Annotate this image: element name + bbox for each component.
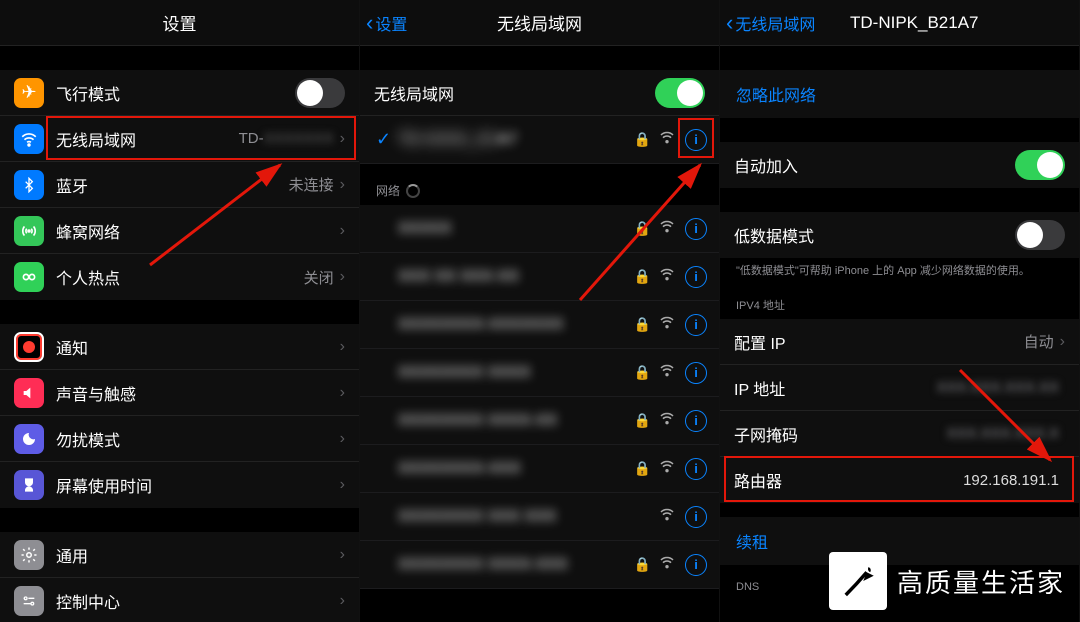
row-wifi[interactable]: 无线局域网 TD-XXXXXXX › <box>0 116 359 162</box>
networks-header: 网络 <box>360 164 719 205</box>
watermark-icon <box>829 552 887 610</box>
wifi-signal-icon <box>659 129 675 150</box>
row-ip-address: IP 地址 XXX.XXX.XXX.XX <box>720 365 1079 411</box>
info-icon[interactable]: i <box>685 129 707 151</box>
spinner-icon <box>406 184 420 198</box>
lowdata-hint: "低数据模式"可帮助 iPhone 上的 App 减少网络数据的使用。 <box>720 258 1079 281</box>
info-icon[interactable]: i <box>685 506 707 528</box>
lowdata-toggle[interactable] <box>1015 220 1065 250</box>
info-icon[interactable]: i <box>685 218 707 240</box>
navbar: 设置 <box>0 0 359 46</box>
chevron-right-icon: › <box>340 592 345 610</box>
airplane-icon: ✈ <box>14 78 44 108</box>
chevron-right-icon: › <box>340 430 345 448</box>
page-title: 设置 <box>0 10 359 35</box>
page-title: 无线局域网 <box>360 10 719 35</box>
navbar: ‹ 无线局域网 TD-NIPK_B21A7 <box>720 0 1079 46</box>
chevron-right-icon: › <box>340 384 345 402</box>
row-wifi-toggle[interactable]: 无线局域网 <box>360 70 719 116</box>
info-icon[interactable]: i <box>685 554 707 576</box>
row-general[interactable]: 通用 › <box>0 532 359 578</box>
chevron-right-icon: › <box>340 176 345 194</box>
connected-network-row[interactable]: ✓ TD-XXXX_XXA7 🔒 i <box>360 116 719 164</box>
row-dnd[interactable]: 勿扰模式 › <box>0 416 359 462</box>
row-autojoin[interactable]: 自动加入 <box>720 142 1079 188</box>
info-icon[interactable]: i <box>685 266 707 288</box>
network-row[interactable]: XXXXXXXX XXXX-XXX🔒i <box>360 541 719 589</box>
info-icon[interactable]: i <box>685 314 707 336</box>
dnd-icon <box>14 424 44 454</box>
row-notifications[interactable]: 通知 › <box>0 324 359 370</box>
chevron-right-icon: › <box>340 222 345 240</box>
cellular-icon <box>14 216 44 246</box>
hotspot-icon <box>14 262 44 292</box>
network-row[interactable]: XXXXXXXX XXX XXXi <box>360 493 719 541</box>
wifi-toggle[interactable] <box>655 78 705 108</box>
row-sound[interactable]: 声音与触感 › <box>0 370 359 416</box>
row-hotspot[interactable]: 个人热点 关闭 › <box>0 254 359 300</box>
control-center-icon <box>14 586 44 616</box>
row-cellular[interactable]: 蜂窝网络 › <box>0 208 359 254</box>
chevron-right-icon: › <box>340 338 345 356</box>
row-screentime[interactable]: 屏幕使用时间 › <box>0 462 359 508</box>
screentime-icon <box>14 470 44 500</box>
back-button[interactable]: ‹ 无线局域网 <box>720 11 815 35</box>
network-row[interactable]: XXXXXXXX-XXX🔒i <box>360 445 719 493</box>
network-row[interactable]: XXXXX🔒i <box>360 205 719 253</box>
ipv4-header: IPV4 地址 <box>720 281 1079 319</box>
wifi-pane: ‹ 设置 无线局域网 无线局域网 ✓ TD-XXXX_XXA7 🔒 i 网络 X… <box>360 0 720 622</box>
wifi-icon <box>14 124 44 154</box>
chevron-right-icon: › <box>340 130 345 148</box>
autojoin-toggle[interactable] <box>1015 150 1065 180</box>
chevron-right-icon: › <box>340 546 345 564</box>
forget-network-button[interactable]: 忽略此网络 <box>720 70 1079 118</box>
network-row[interactable]: XXXXXXXX XXXX🔒i <box>360 349 719 397</box>
notifications-icon <box>14 332 44 362</box>
gear-icon <box>14 540 44 570</box>
watermark: 高质量生活家 <box>829 552 1065 610</box>
settings-pane: 设置 ✈ 飞行模式 无线局域网 TD-XXXXXXX › 蓝牙 未连接 › <box>0 0 360 622</box>
chevron-right-icon: › <box>340 476 345 494</box>
navbar: ‹ 设置 无线局域网 <box>360 0 719 46</box>
row-bluetooth[interactable]: 蓝牙 未连接 › <box>0 162 359 208</box>
sound-icon <box>14 378 44 408</box>
row-configure-ip[interactable]: 配置 IP 自动 › <box>720 319 1079 365</box>
info-icon[interactable]: i <box>685 410 707 432</box>
bluetooth-icon <box>14 170 44 200</box>
chevron-right-icon: › <box>340 268 345 286</box>
row-control-center[interactable]: 控制中心 › <box>0 578 359 622</box>
network-row[interactable]: XXXXXXXX XXXX-XX🔒i <box>360 397 719 445</box>
airplane-toggle[interactable] <box>295 78 345 108</box>
info-icon[interactable]: i <box>685 362 707 384</box>
row-airplane[interactable]: ✈ 飞行模式 <box>0 70 359 116</box>
wifi-detail-pane: ‹ 无线局域网 TD-NIPK_B21A7 忽略此网络 自动加入 低数据模式 "… <box>720 0 1080 622</box>
back-button[interactable]: ‹ 设置 <box>360 11 407 35</box>
chevron-right-icon: › <box>1060 333 1065 351</box>
chevron-left-icon: ‹ <box>366 12 373 34</box>
info-icon[interactable]: i <box>685 458 707 480</box>
checkmark-icon: ✓ <box>376 129 398 150</box>
row-router: 路由器 192.168.191.1 <box>720 457 1079 503</box>
chevron-left-icon: ‹ <box>726 12 733 34</box>
lock-icon: 🔒 <box>634 131 651 148</box>
router-value: 192.168.191.1 <box>963 472 1059 489</box>
network-row[interactable]: XXXXXXXX-XXXXXXX🔒i <box>360 301 719 349</box>
network-row[interactable]: XXX XX XXX-XX🔒i <box>360 253 719 301</box>
row-lowdata[interactable]: 低数据模式 <box>720 212 1079 258</box>
row-subnet: 子网掩码 XXX.XXX.XXX.X <box>720 411 1079 457</box>
